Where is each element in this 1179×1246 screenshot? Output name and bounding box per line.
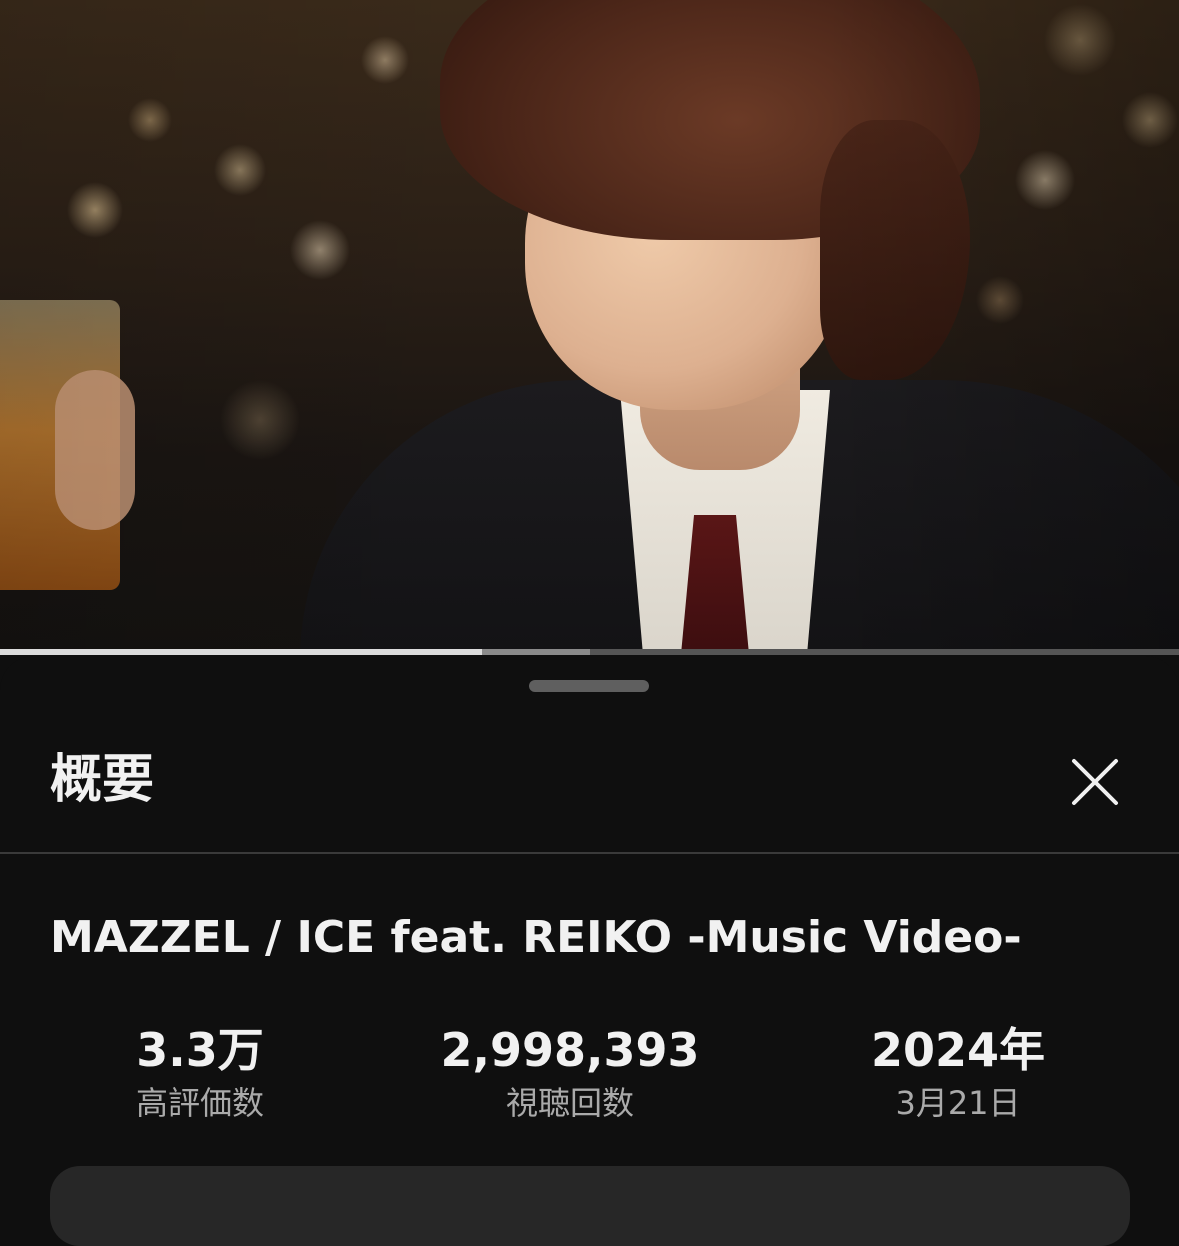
close-icon (1072, 759, 1118, 805)
description-sheet: 概要 MAZZEL / ICE feat. REIKO -Music Video… (0, 656, 1179, 1246)
video-player[interactable] (0, 0, 1179, 652)
likes-stat: 3.3万 高評価数 (20, 1020, 380, 1126)
upload-day: 3月21日 (895, 1084, 1021, 1122)
video-shade (0, 0, 1179, 652)
upload-date-stat: 2024年 3月21日 (778, 1020, 1138, 1126)
progress-played (0, 649, 482, 655)
likes-count: 3.3万 (136, 1023, 264, 1077)
close-button[interactable] (1064, 751, 1126, 813)
upload-year: 2024年 (870, 1023, 1046, 1077)
sheet-title: 概要 (50, 750, 155, 810)
video-title: MAZZEL / ICE feat. REIKO -Music Video- (50, 912, 1022, 963)
progress-bar[interactable] (0, 649, 1179, 655)
next-section-card[interactable] (50, 1166, 1130, 1246)
drag-handle[interactable] (529, 680, 649, 692)
divider (0, 852, 1179, 854)
views-label: 視聴回数 (505, 1084, 634, 1122)
views-count: 2,998,393 (440, 1023, 700, 1077)
views-stat: 2,998,393 視聴回数 (390, 1020, 750, 1126)
likes-label: 高評価数 (135, 1084, 264, 1122)
